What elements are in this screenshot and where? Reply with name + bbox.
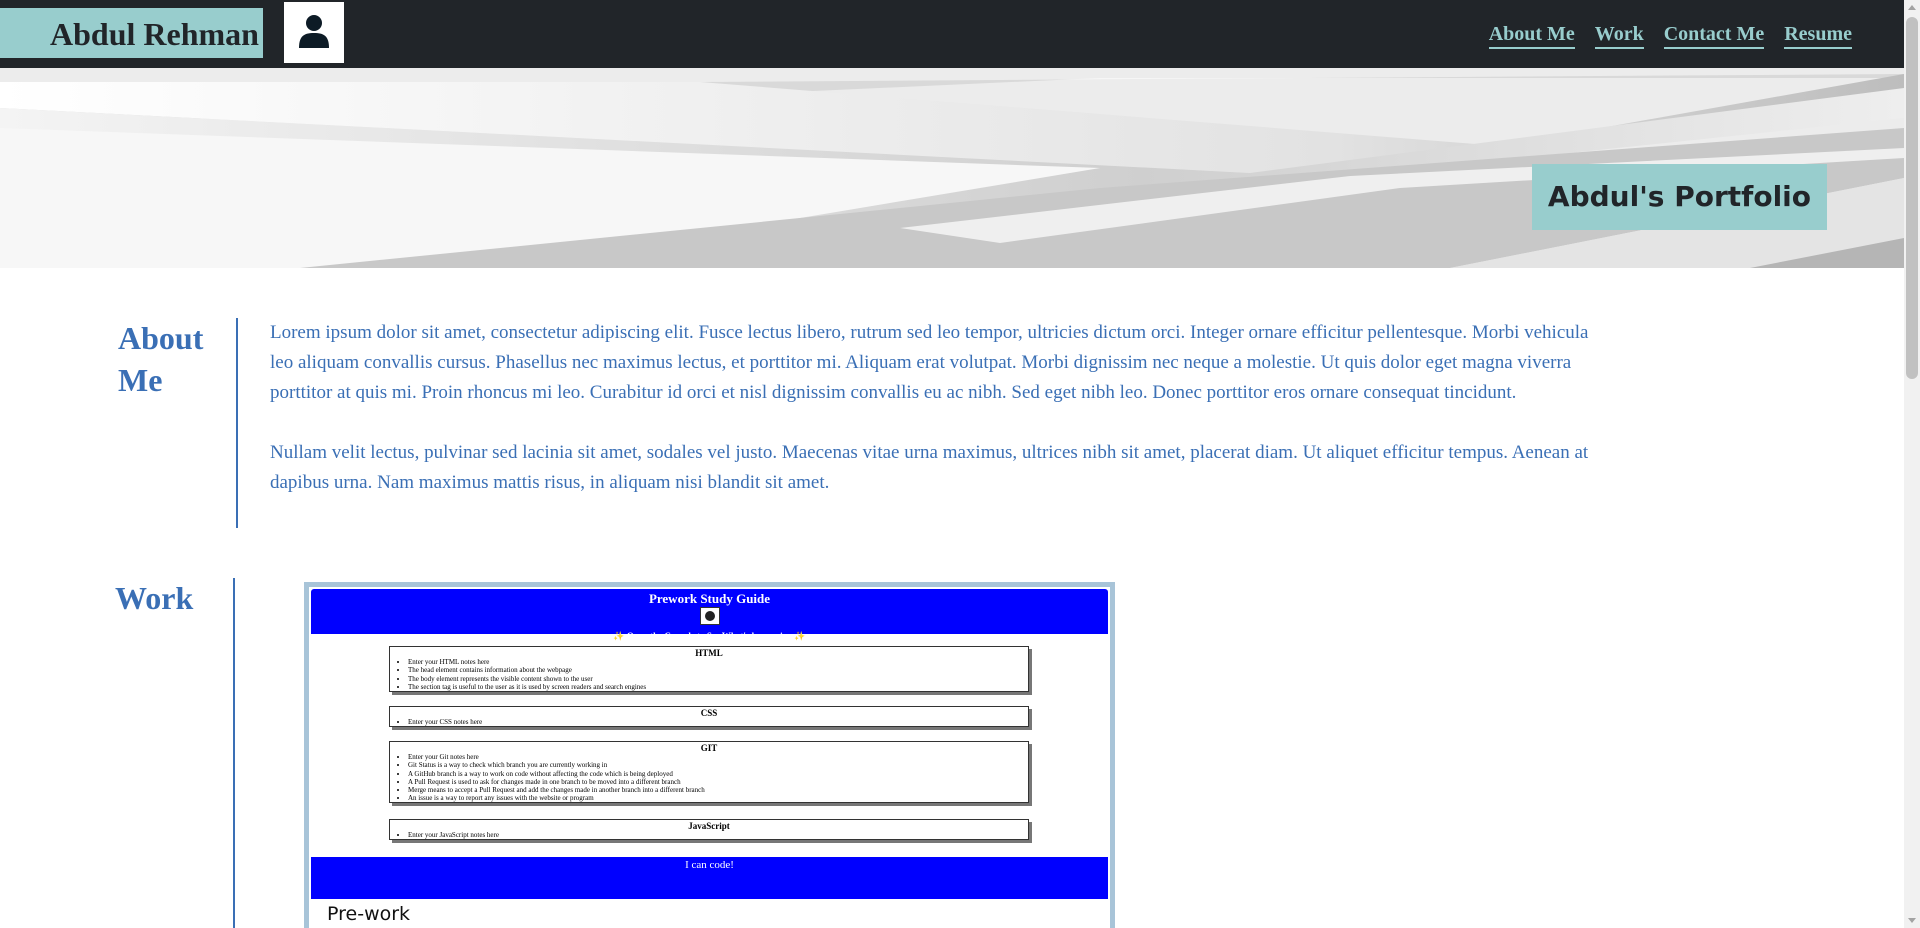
note-item: Enter your JavaScript notes here bbox=[408, 831, 1022, 839]
about-paragraph: Nullam velit lectus, pulvinar sed lacini… bbox=[270, 442, 1589, 493]
project-caption[interactable]: Pre-work bbox=[327, 903, 410, 925]
about-me-text: Lorem ipsum dolor sit amet, consectetur … bbox=[270, 318, 1610, 528]
note-item: A Pull Request is used to ask for change… bbox=[408, 778, 1022, 786]
section-heading: GIT bbox=[700, 743, 718, 753]
vertical-scrollbar[interactable] bbox=[1904, 0, 1920, 928]
hero-title: Abdul's Portfolio bbox=[1531, 164, 1827, 230]
user-icon bbox=[299, 15, 329, 48]
screenshot-subtitle: ✨ Open the Console to See What's happeni… bbox=[613, 631, 806, 641]
about-heading-line2: Me bbox=[118, 362, 163, 398]
page: Abdul Rehman About Me Work Contact Me Re… bbox=[0, 0, 1920, 928]
screenshot-title: Prework Study Guide bbox=[648, 591, 771, 606]
work-divider bbox=[233, 578, 235, 928]
github-logo-icon bbox=[699, 607, 720, 625]
hero-banner: Abdul's Portfolio bbox=[0, 68, 1904, 268]
scroll-up-arrow-icon[interactable] bbox=[1908, 5, 1916, 10]
scrollbar-thumb[interactable] bbox=[1906, 17, 1918, 379]
screenshot-footer: I can code! bbox=[311, 857, 1108, 899]
note-item: The head element contains information ab… bbox=[408, 666, 1022, 674]
note-item: Merge means to accept a Pull Request and… bbox=[408, 786, 1022, 794]
section-heading: HTML bbox=[695, 648, 723, 658]
note-item: A GitHub branch is a way to work on code… bbox=[408, 770, 1022, 778]
top-navbar: Abdul Rehman About Me Work Contact Me Re… bbox=[0, 0, 1904, 68]
note-item: The section tag is useful to the user as… bbox=[408, 683, 1022, 691]
project-screenshot[interactable]: Prework Study Guide ✨ Open the Console t… bbox=[311, 589, 1108, 901]
note-item: Enter your HTML notes here bbox=[408, 658, 1022, 666]
brand-name[interactable]: Abdul Rehman bbox=[0, 8, 263, 58]
nav-link-resume[interactable]: Resume bbox=[1784, 22, 1852, 49]
section-heading: CSS bbox=[700, 708, 718, 718]
about-heading-line1: About bbox=[118, 320, 204, 356]
nav-link-about-me[interactable]: About Me bbox=[1488, 22, 1575, 49]
note-item: The body element represents the visible … bbox=[408, 675, 1022, 683]
screenshot-section-javascript: JavaScript Enter your JavaScript notes h… bbox=[389, 819, 1029, 840]
screenshot-section-git: GIT Enter your Git notes here Git Status… bbox=[389, 741, 1029, 803]
nav-link-work[interactable]: Work bbox=[1594, 22, 1644, 49]
screenshot-section-html: HTML Enter your HTML notes here The head… bbox=[389, 646, 1029, 692]
screenshot-header: Prework Study Guide ✨ Open the Console t… bbox=[311, 589, 1108, 641]
note-item: An issue is a way to report any issues w… bbox=[408, 794, 1022, 802]
work-heading: Work bbox=[115, 580, 194, 616]
project-card-prework[interactable]: Prework Study Guide ✨ Open the Console t… bbox=[304, 582, 1115, 928]
note-item: Git Status is a way to check which branc… bbox=[408, 761, 1022, 769]
screenshot-section-css: CSS Enter your CSS notes here bbox=[389, 706, 1029, 727]
note-item: Enter your Git notes here bbox=[408, 753, 1022, 761]
about-me-heading: About Me bbox=[118, 317, 238, 401]
section-heading: JavaScript bbox=[688, 821, 730, 831]
avatar[interactable] bbox=[284, 2, 344, 63]
scroll-down-arrow-icon[interactable] bbox=[1908, 918, 1916, 923]
main-nav: About Me Work Contact Me Resume bbox=[1488, 22, 1852, 49]
nav-link-contact-me[interactable]: Contact Me bbox=[1663, 22, 1765, 49]
about-divider bbox=[236, 318, 238, 528]
about-paragraph: Lorem ipsum dolor sit amet, consectetur … bbox=[270, 322, 1589, 403]
note-item: Enter your CSS notes here bbox=[408, 718, 1022, 726]
